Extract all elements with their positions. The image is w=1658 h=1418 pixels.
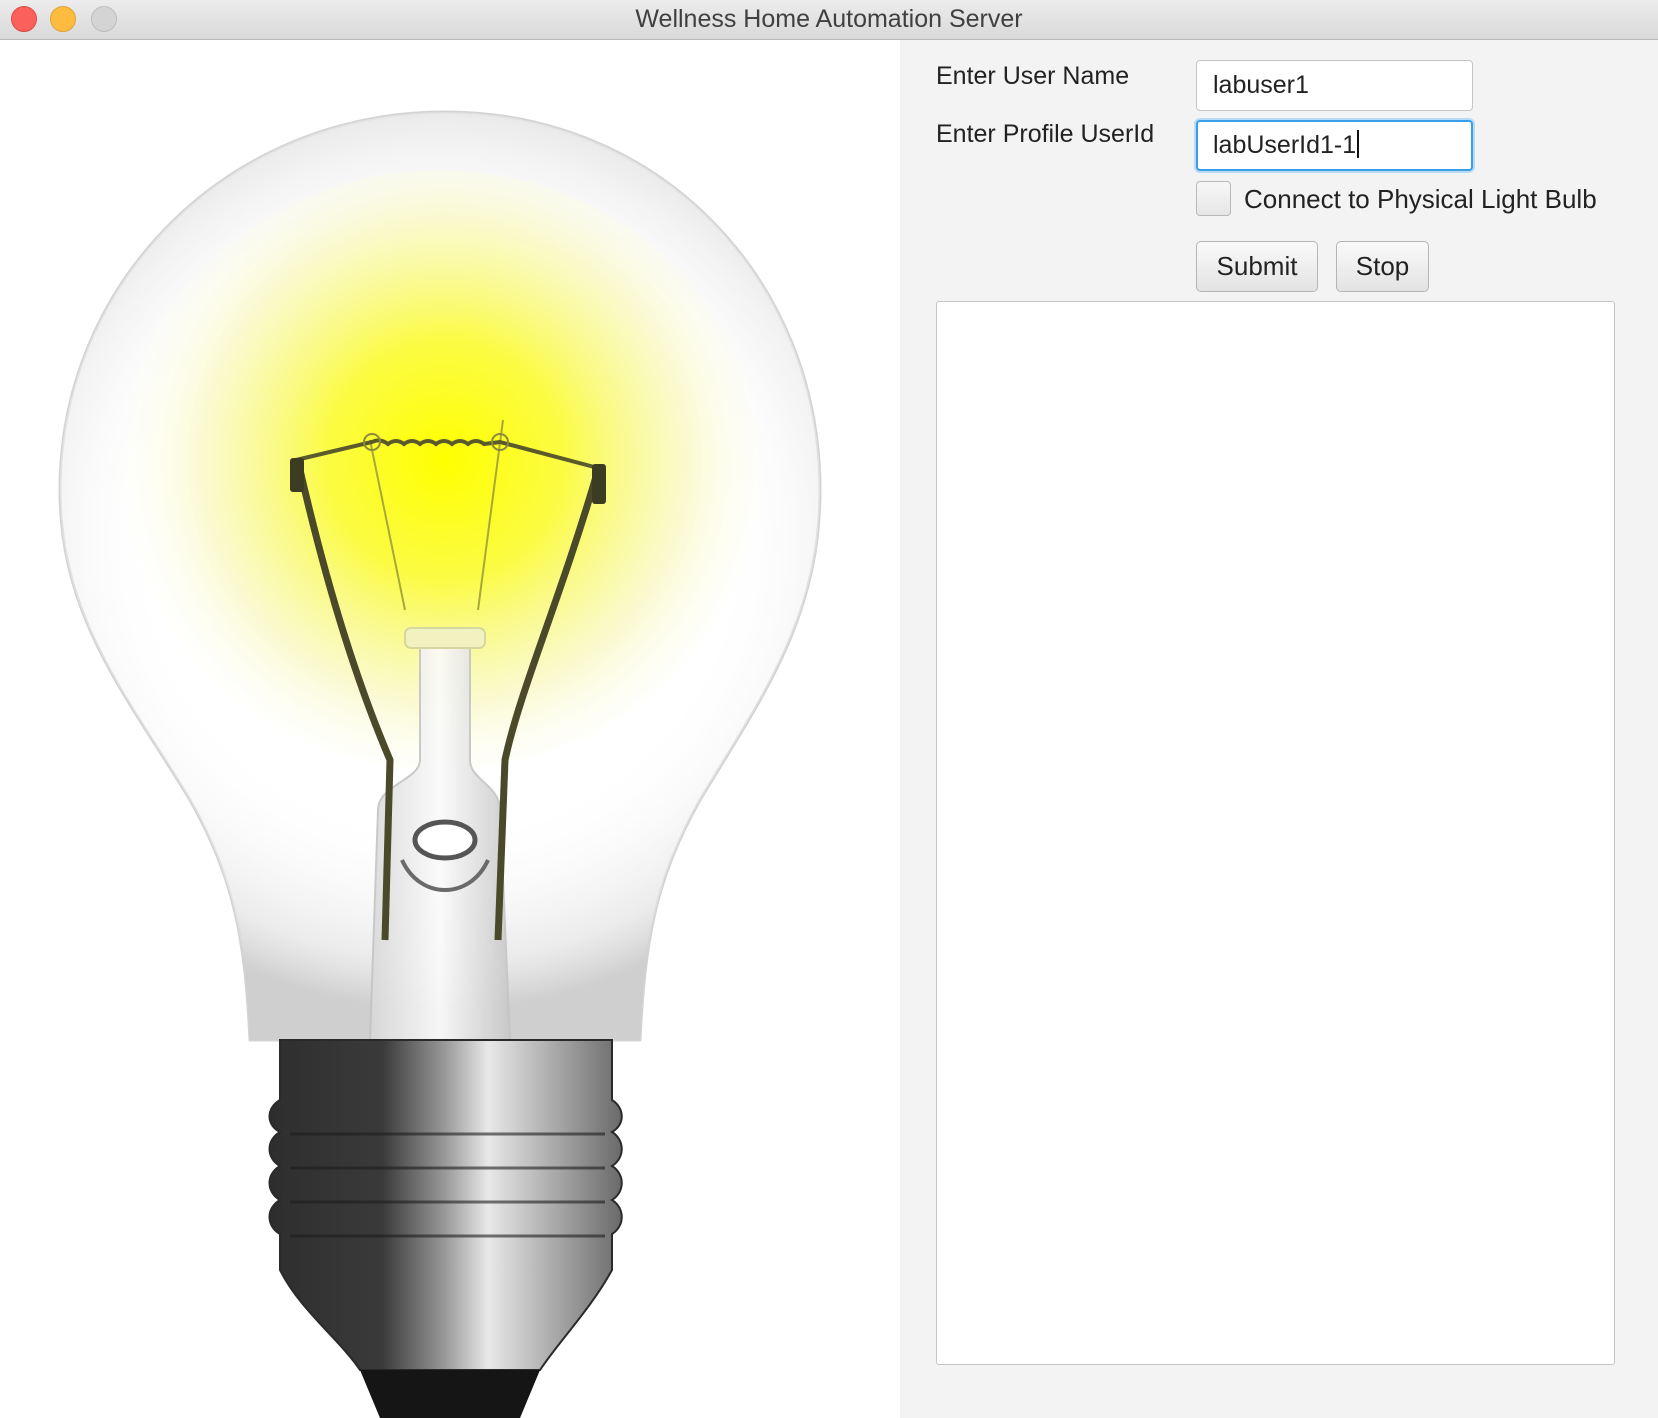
user-name-value: labuser1: [1213, 71, 1309, 99]
profile-userid-value: labUserId1-1: [1213, 131, 1357, 159]
app-window: Wellness Home Automation Server Enter Us…: [0, 0, 1658, 1418]
output-text-area[interactable]: [936, 301, 1615, 1365]
profile-userid-input[interactable]: labUserId1-1: [1196, 120, 1473, 171]
user-name-label: Enter User Name: [936, 62, 1130, 90]
connect-physical-bulb-label[interactable]: Connect to Physical Light Bulb: [1244, 184, 1597, 215]
connect-physical-bulb-checkbox[interactable]: [1196, 181, 1231, 216]
title-bar: Wellness Home Automation Server: [0, 0, 1658, 40]
stop-button[interactable]: Stop: [1336, 241, 1429, 292]
light-bulb-icon: [58, 110, 822, 1418]
text-caret: [1357, 130, 1360, 159]
light-bulb-image-pane: [0, 40, 900, 1418]
window-title: Wellness Home Automation Server: [635, 5, 1023, 33]
user-name-input[interactable]: labuser1: [1196, 60, 1473, 111]
profile-userid-label: Enter Profile UserId: [936, 120, 1155, 148]
form-pane: Enter User Name labuser1 Enter Profile U…: [900, 40, 1658, 1418]
submit-button[interactable]: Submit: [1196, 241, 1318, 292]
